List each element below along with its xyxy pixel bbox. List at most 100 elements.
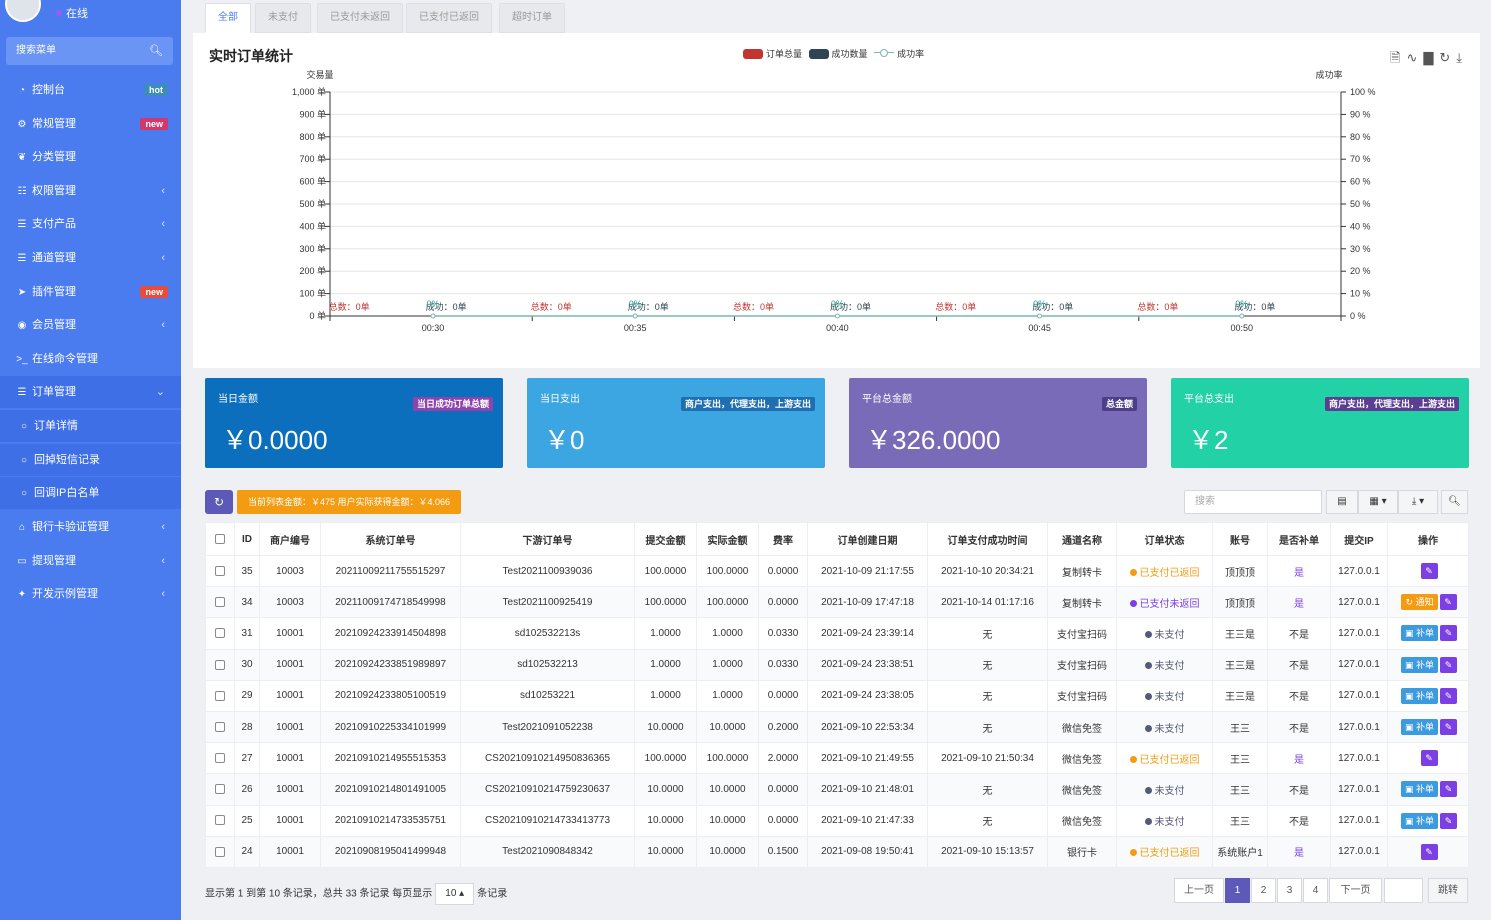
edit-button[interactable]: ✎ xyxy=(1440,656,1458,673)
row-checkbox[interactable] xyxy=(215,784,225,795)
jump-button[interactable]: 跳转 xyxy=(1428,878,1468,903)
export-button[interactable]: ⤓ ▾ xyxy=(1398,490,1438,514)
column-header[interactable]: 提交金额 xyxy=(634,522,697,556)
page-4-button[interactable]: 4 xyxy=(1303,878,1328,903)
tab-0[interactable]: 全部 xyxy=(205,3,251,33)
tab-3[interactable]: 已支付已返回 xyxy=(406,3,492,33)
edit-button[interactable]: ✎ xyxy=(1420,563,1438,580)
sidebar-item-6[interactable]: ➤ 插件管理 new xyxy=(0,276,181,308)
column-header[interactable]: ID xyxy=(234,522,260,556)
legend-rate-swatch[interactable] xyxy=(874,48,895,58)
row-checkbox[interactable] xyxy=(215,597,225,608)
legend-total-label[interactable]: 订单总量 xyxy=(766,49,802,59)
sidebar-item-2[interactable]: ❦ 分类管理 xyxy=(0,141,181,173)
column-header[interactable]: 订单状态 xyxy=(1116,522,1213,556)
page-3-button[interactable]: 3 xyxy=(1277,878,1302,903)
page-1-button[interactable]: 1 xyxy=(1225,878,1250,903)
supplement-button[interactable]: ▣ 补单 xyxy=(1400,656,1439,673)
table-search-input[interactable]: 搜索 xyxy=(1184,490,1322,514)
column-header[interactable]: 账号 xyxy=(1212,522,1268,556)
edit-button[interactable]: ✎ xyxy=(1439,594,1457,611)
sidebar-item-15[interactable]: ✦ 开发示例管理 ‹ xyxy=(0,578,181,610)
sidebar-item-12[interactable]: ○ 回调IP白名单 xyxy=(0,477,181,509)
column-header[interactable]: 通道名称 xyxy=(1047,522,1117,556)
next-page-button[interactable]: 下一页 xyxy=(1329,878,1382,903)
legend-rate-label[interactable]: 成功率 xyxy=(897,49,924,59)
refresh-icon[interactable]: ↻ xyxy=(1439,50,1456,65)
edit-button[interactable]: ✎ xyxy=(1440,687,1458,704)
table-row[interactable]: 26 10001 20210910214801491005 CS20210910214… xyxy=(205,773,1469,806)
row-checkbox[interactable] xyxy=(215,721,225,732)
supplement-button[interactable]: ▣ 补单 xyxy=(1400,812,1439,829)
column-header[interactable]: 实际金额 xyxy=(696,522,759,556)
sidebar-item-3[interactable]: ☷ 权限管理 ‹ xyxy=(0,175,181,207)
row-checkbox[interactable] xyxy=(215,565,225,576)
row-checkbox[interactable] xyxy=(215,753,225,764)
table-row[interactable]: 25 10001 20210910214733535751 CS20210910214… xyxy=(205,804,1469,837)
edit-button[interactable]: ✎ xyxy=(1420,843,1438,860)
sidebar-item-7[interactable]: ◉ 会员管理 ‹ xyxy=(0,309,181,341)
table-row[interactable]: 29 10001 20210924233805100519 sd10253221 1.0… xyxy=(205,679,1469,712)
refresh-button[interactable]: ↻ xyxy=(205,490,233,514)
column-header[interactable]: 下游订单号 xyxy=(460,522,635,556)
sidebar-item-8[interactable]: >_ 在线命令管理 xyxy=(0,343,181,375)
row-checkbox[interactable] xyxy=(215,659,225,670)
table-row[interactable]: 27 10001 20210910214955515353 CS20210910214… xyxy=(205,742,1469,775)
column-header[interactable]: 系统订单号 xyxy=(320,522,461,556)
legend-success-label[interactable]: 成功数量 xyxy=(832,49,868,59)
prev-page-button[interactable]: 上一页 xyxy=(1174,878,1224,903)
table-row[interactable]: 28 10001 20210910225334101999 Test202109105… xyxy=(205,710,1469,744)
sidebar-item-4[interactable]: ☰ 支付产品 ‹ xyxy=(0,208,181,240)
column-header[interactable]: 是否补单 xyxy=(1267,522,1331,556)
row-checkbox[interactable] xyxy=(215,846,225,857)
edit-button[interactable]: ✎ xyxy=(1440,781,1458,798)
column-header[interactable]: 订单创建日期 xyxy=(807,522,928,556)
sidebar-item-5[interactable]: ☰ 通道管理 ‹ xyxy=(0,242,181,274)
table-row[interactable]: 34 10003 20211009174718549998 Test202110092… xyxy=(205,586,1469,619)
supplement-button[interactable]: ▣ 补单 xyxy=(1400,687,1439,704)
sidebar-item-14[interactable]: ▭ 提现管理 ‹ xyxy=(0,545,181,577)
supplement-button[interactable]: ▣ 补单 xyxy=(1400,781,1439,798)
sidebar-item-13[interactable]: ⌂ 银行卡验证管理 ‹ xyxy=(0,511,181,543)
legend-total-swatch[interactable] xyxy=(743,49,763,59)
tab-1[interactable]: 未支付 xyxy=(255,3,311,33)
page-size-select[interactable]: 10 ▴ xyxy=(435,883,475,905)
sidebar-item-0[interactable]: ◔ 控制台 hot xyxy=(0,74,181,106)
download-icon[interactable]: ⤓ xyxy=(1456,50,1468,65)
row-checkbox[interactable] xyxy=(215,690,225,701)
jump-page-input[interactable] xyxy=(1384,878,1423,903)
tab-2[interactable]: 已支付未返回 xyxy=(317,3,403,33)
column-header[interactable]: 订单支付成功时间 xyxy=(927,522,1048,556)
table-row[interactable]: 35 10003 20211009211755515297 Test202110093… xyxy=(205,554,1469,588)
table-row[interactable]: 24 10001 20210908195041499948 Test202109084… xyxy=(205,835,1469,868)
edit-button[interactable]: ✎ xyxy=(1420,750,1438,767)
legend-success-swatch[interactable] xyxy=(808,49,829,59)
edit-button[interactable]: ✎ xyxy=(1440,719,1458,736)
line-chart-icon[interactable]: ∿ xyxy=(1406,50,1423,65)
menu-search-input[interactable]: 搜索菜单 🔍︎ xyxy=(6,37,173,65)
data-view-icon[interactable]: 🗎︎ xyxy=(1390,50,1406,65)
supplement-button[interactable]: ▣ 补单 xyxy=(1400,719,1439,736)
notify-button[interactable]: ↻ 通知 xyxy=(1401,594,1438,611)
select-all-checkbox[interactable] xyxy=(215,533,225,544)
tab-4[interactable]: 超时订单 xyxy=(499,3,565,33)
search-icon[interactable]: 🔍︎ xyxy=(149,37,163,65)
row-checkbox[interactable] xyxy=(215,815,225,826)
column-header[interactable]: 操作 xyxy=(1387,522,1469,556)
column-header[interactable]: 商户编号 xyxy=(259,522,321,556)
row-checkbox[interactable] xyxy=(215,628,225,639)
sidebar-item-10[interactable]: ○ 订单详情 xyxy=(0,410,181,442)
sidebar-item-1[interactable]: ⚙ 常规管理 new xyxy=(0,108,181,140)
table-row[interactable]: 31 10001 20210924233914504898 sd102532213s 1… xyxy=(205,617,1469,650)
column-header[interactable]: 提交IP xyxy=(1330,522,1388,556)
avatar[interactable] xyxy=(5,0,41,22)
edit-button[interactable]: ✎ xyxy=(1440,625,1458,642)
toggle-view-button[interactable]: ▤ xyxy=(1326,490,1358,514)
columns-button[interactable]: ▦ ▾ xyxy=(1358,490,1398,514)
sidebar-item-9[interactable]: ☰ 订单管理 ⌄ xyxy=(0,376,181,408)
table-row[interactable]: 30 10001 20210924233851989897 sd102532213 1.… xyxy=(205,648,1469,681)
bar-chart-icon[interactable]: ▇ xyxy=(1423,50,1439,65)
page-2-button[interactable]: 2 xyxy=(1251,878,1276,903)
edit-button[interactable]: ✎ xyxy=(1440,812,1458,829)
sidebar-item-11[interactable]: ○ 回掉短信记录 xyxy=(0,444,181,476)
